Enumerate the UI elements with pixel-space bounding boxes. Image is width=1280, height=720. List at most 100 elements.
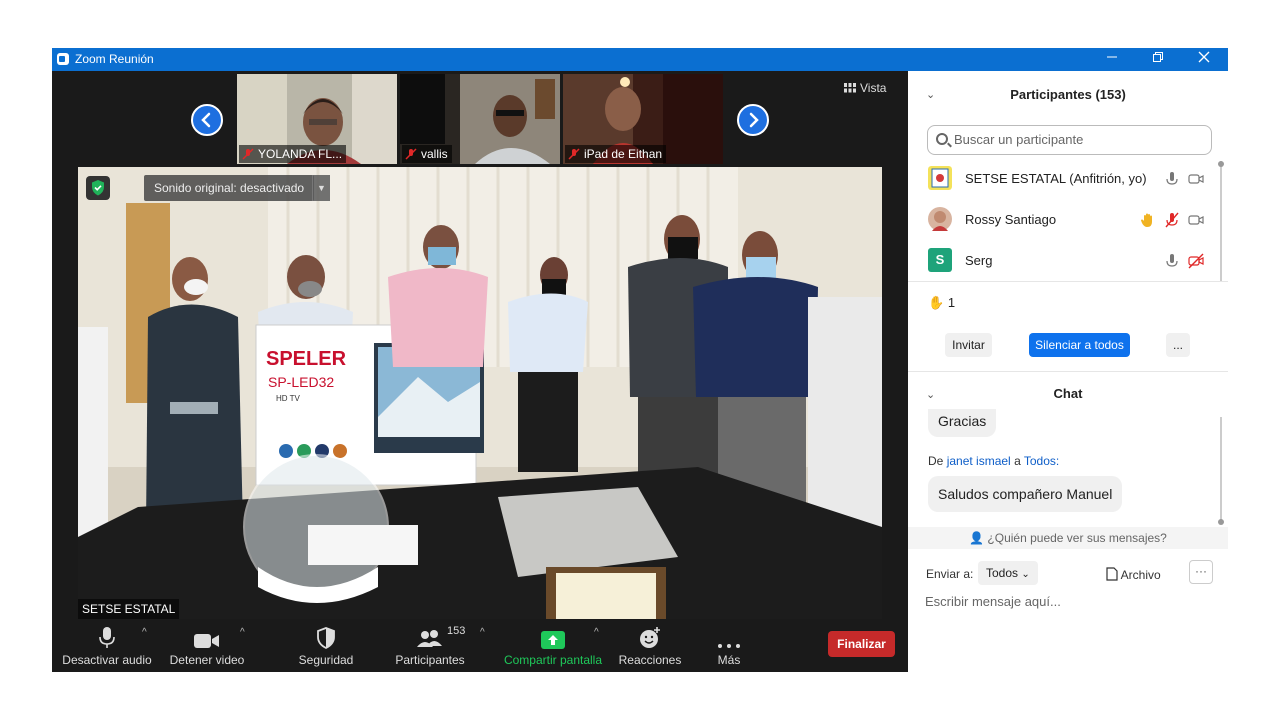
chat-message-input[interactable]: Escribir mensaje aquí... bbox=[925, 594, 1061, 609]
restore-button[interactable] bbox=[1135, 48, 1181, 71]
participants-title: Participantes (153) bbox=[1010, 87, 1126, 102]
close-icon bbox=[1198, 51, 1210, 63]
participant-search-input[interactable]: Buscar un participante bbox=[927, 125, 1212, 155]
participants-options-caret[interactable]: ^ bbox=[480, 627, 485, 638]
participant-row[interactable]: S Serg bbox=[908, 241, 1218, 281]
speaker-name-label: SETSE ESTATAL bbox=[78, 599, 180, 619]
chevron-down-icon: ⌄ bbox=[1021, 569, 1030, 580]
encryption-shield[interactable] bbox=[86, 176, 110, 200]
share-screen-label: Compartir pantalla bbox=[503, 653, 603, 667]
share-options-caret[interactable]: ^ bbox=[594, 627, 599, 638]
mute-all-button[interactable]: Silenciar a todos bbox=[1029, 333, 1130, 357]
chat-message: Saludos compañero Manuel bbox=[928, 476, 1123, 512]
recipient-name[interactable]: Todos: bbox=[1024, 454, 1059, 468]
sender-prefix: De bbox=[928, 454, 944, 468]
title-bar: Zoom Reunión bbox=[52, 48, 1228, 71]
thumbnail-name: YOLANDA FL... bbox=[258, 147, 343, 161]
person-lock-icon: 👤 bbox=[969, 531, 985, 545]
video-camera-icon[interactable] bbox=[1188, 212, 1204, 228]
sender-connector: a bbox=[1014, 454, 1021, 468]
grid-view-icon bbox=[844, 83, 856, 93]
close-button[interactable] bbox=[1181, 48, 1227, 71]
send-to-label: Enviar a: bbox=[926, 567, 974, 581]
thumbnail-strip: YOLANDA FL... vallis iPad de Eithan bbox=[237, 74, 725, 164]
participant-name: Rossy Santiago bbox=[965, 212, 1057, 227]
zoom-app-icon bbox=[57, 53, 69, 65]
sender-name[interactable]: janet ismael bbox=[947, 454, 1011, 468]
invite-button[interactable]: Invitar bbox=[945, 333, 992, 357]
meeting-toolbar: Desactivar audio ^ Detener video ^ Segur… bbox=[52, 619, 908, 672]
video-scene: SPELER SP-LED32 HD TV bbox=[78, 167, 882, 619]
stop-video-label: Detener video bbox=[169, 653, 245, 667]
raised-hands-number: 1 bbox=[947, 295, 956, 310]
muted-mic-icon[interactable] bbox=[1164, 212, 1180, 228]
participant-thumbnail[interactable]: vallis bbox=[400, 74, 560, 164]
chat-message: Gracias bbox=[928, 409, 997, 437]
chat-scrollbar[interactable] bbox=[1218, 417, 1224, 527]
next-page-button[interactable] bbox=[737, 104, 769, 136]
avatar: S bbox=[928, 248, 952, 272]
zoom-window: Zoom Reunión YOLANDA FL... vallis iPad d… bbox=[52, 48, 1228, 672]
microphone-icon[interactable] bbox=[1164, 253, 1180, 269]
more-button[interactable]: Más bbox=[704, 619, 754, 672]
minimize-icon bbox=[1107, 56, 1117, 58]
microphone-icon[interactable] bbox=[1164, 171, 1180, 187]
who-can-see-messages[interactable]: 👤 ¿Quién puede ver sus mensajes? bbox=[908, 527, 1228, 549]
muted-mic-icon bbox=[405, 148, 417, 160]
original-sound-toggle[interactable]: Sonido original: desactivado bbox=[144, 175, 315, 201]
original-sound-dropdown[interactable]: ▼ bbox=[312, 175, 330, 201]
video-off-icon[interactable] bbox=[1188, 253, 1204, 269]
file-label: Archivo bbox=[1120, 568, 1161, 582]
stop-video-button[interactable]: Detener video bbox=[162, 619, 252, 672]
participants-more-button[interactable]: ... bbox=[1166, 333, 1190, 357]
chat-more-button[interactable]: ··· bbox=[1189, 560, 1213, 584]
send-to-value: Todos bbox=[986, 566, 1019, 580]
divider bbox=[908, 371, 1228, 372]
share-screen-icon bbox=[541, 631, 565, 649]
participant-thumbnail[interactable]: YOLANDA FL... bbox=[237, 74, 397, 164]
chat-title: Chat bbox=[1053, 386, 1083, 401]
reactions-button[interactable]: Reacciones bbox=[616, 619, 684, 672]
file-icon bbox=[1106, 567, 1118, 581]
audio-options-caret[interactable]: ^ bbox=[142, 627, 147, 638]
minimize-button[interactable] bbox=[1089, 48, 1135, 71]
mute-audio-button[interactable]: Desactivar audio bbox=[62, 619, 152, 672]
video-camera-icon[interactable] bbox=[1188, 171, 1204, 187]
avatar bbox=[928, 166, 952, 190]
raised-hands-count: ✋ 1 bbox=[928, 295, 955, 311]
thumbnail-name: vallis bbox=[421, 147, 448, 161]
prev-page-button[interactable] bbox=[191, 104, 223, 136]
side-panel: ⌄ Participantes (153) Buscar un particip… bbox=[908, 71, 1228, 672]
video-options-caret[interactable]: ^ bbox=[240, 627, 245, 638]
end-meeting-button[interactable]: Finalizar bbox=[828, 631, 895, 657]
participants-scrollbar[interactable] bbox=[1218, 161, 1224, 281]
active-speaker-video[interactable]: SPELER SP-LED32 HD TV Sonido original: d… bbox=[78, 167, 882, 619]
chevron-right-icon bbox=[749, 112, 759, 128]
muted-mic-icon bbox=[242, 148, 254, 160]
shield-icon bbox=[317, 627, 335, 649]
chat-message-sender: De janet ismael a Todos: bbox=[928, 454, 1059, 468]
participant-name: SETSE ESTATAL (Anfitrión, yo) bbox=[965, 171, 1147, 186]
more-label: Más bbox=[717, 653, 741, 667]
thumbnail-name: iPad de Eithan bbox=[584, 147, 663, 161]
microphone-icon bbox=[99, 627, 115, 648]
view-button[interactable]: Vista bbox=[844, 81, 886, 95]
participant-thumbnail[interactable]: iPad de Eithan bbox=[563, 74, 723, 164]
thumbnail-label: iPad de Eithan bbox=[565, 145, 667, 163]
share-screen-button[interactable]: Compartir pantalla bbox=[502, 619, 604, 672]
window-title: Zoom Reunión bbox=[75, 52, 154, 66]
video-camera-icon bbox=[194, 634, 219, 648]
security-button[interactable]: Seguridad bbox=[288, 619, 364, 672]
participant-row[interactable]: SETSE ESTATAL (Anfitrión, yo) bbox=[908, 159, 1218, 199]
participant-row[interactable]: Rossy Santiago bbox=[908, 200, 1218, 240]
search-placeholder: Buscar un participante bbox=[954, 132, 1084, 147]
participants-label: Participantes bbox=[395, 653, 465, 667]
send-to-dropdown[interactable]: Todos ⌄ bbox=[978, 561, 1038, 585]
avatar bbox=[928, 207, 952, 231]
divider bbox=[908, 281, 1228, 282]
who-can-see-label: ¿Quién puede ver sus mensajes? bbox=[987, 531, 1167, 545]
file-button[interactable]: Archivo bbox=[1106, 567, 1161, 582]
tv-box-model: SP-LED32 bbox=[268, 374, 334, 390]
thumbnail-label: vallis bbox=[402, 145, 452, 163]
smiley-plus-icon bbox=[640, 627, 660, 648]
